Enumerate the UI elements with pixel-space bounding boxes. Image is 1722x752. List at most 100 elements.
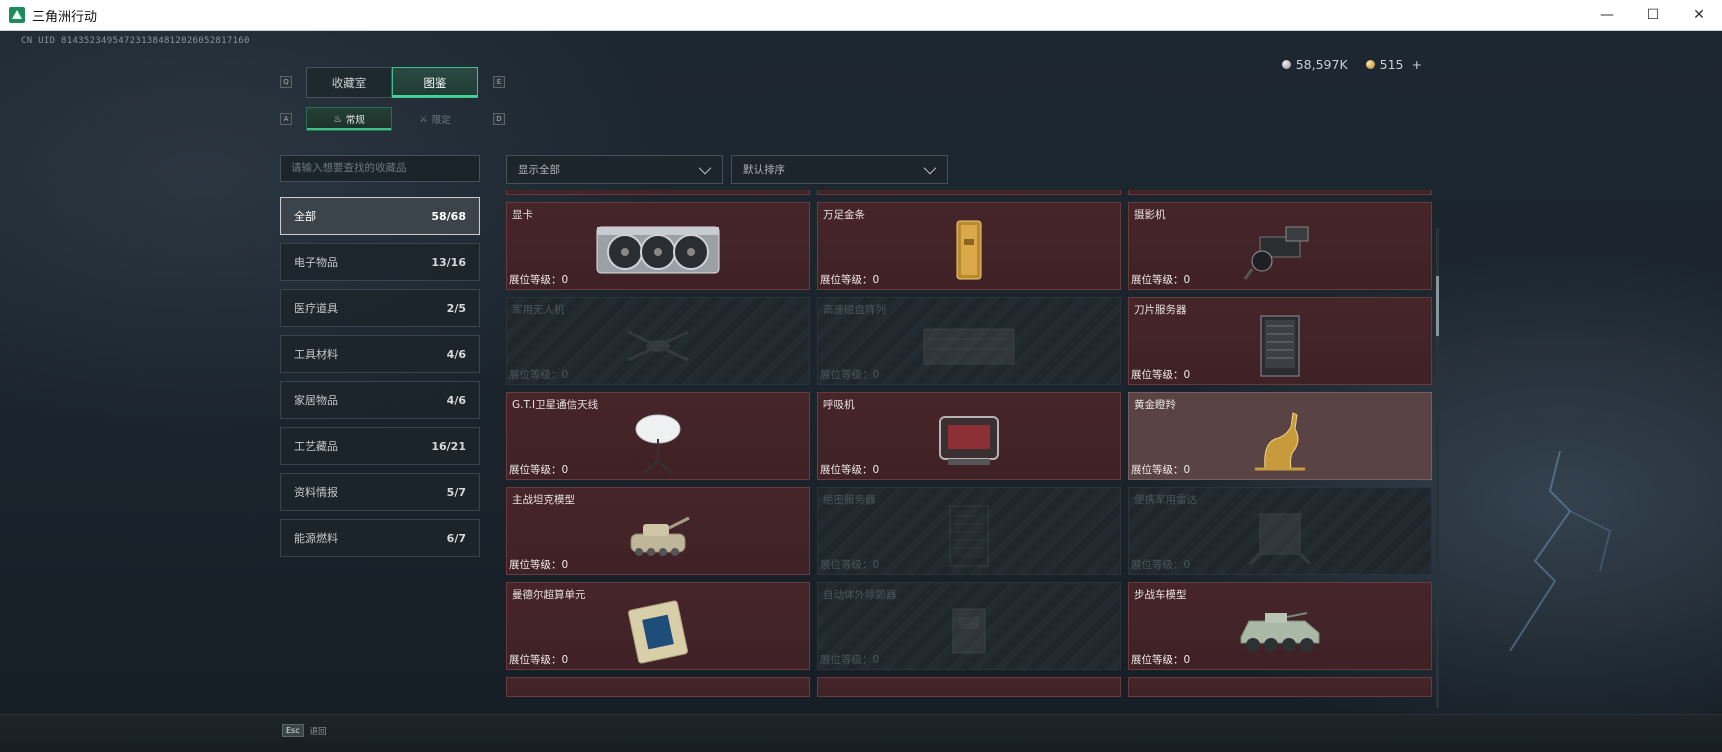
search-input[interactable]: 请输入想要查找的收藏品 (280, 155, 480, 182)
item-name: 黄金瞪羚 (1134, 399, 1176, 411)
category-count: 4/6 (446, 347, 466, 361)
defibrillator-icon (939, 599, 999, 665)
tab-limited[interactable]: ⚔ 限定 (392, 107, 478, 131)
collection-card[interactable]: 刀片服务器 展位等级：0 (1128, 297, 1432, 385)
category-label: 电子物品 (294, 256, 338, 269)
game-viewport: CN UID 814352349547231384812026052817160… (0, 31, 1722, 752)
filter-dropdown[interactable]: 显示全部 (506, 155, 723, 184)
back-label: 退回 (309, 726, 327, 737)
tab-regular-label: 常规 (345, 115, 365, 126)
category-energy[interactable]: 能源燃料 6/7 (280, 519, 480, 557)
minimize-button[interactable]: — (1584, 0, 1630, 31)
display-level: 展位等级：0 (509, 654, 569, 666)
item-name: 军用无人机 (512, 304, 565, 316)
collection-card[interactable]: 曼德尔超算单元 展位等级：0 (506, 582, 810, 670)
tab-regular[interactable]: ♨ 常规 (306, 107, 392, 131)
collection-card[interactable]: 呼吸机展位等级：0 (817, 392, 1121, 480)
background-lightning-decoration (1509, 451, 1611, 651)
category-count: 2/5 (446, 301, 466, 315)
flame-icon: ♨ (333, 113, 342, 125)
collection-card[interactable]: 摄影机 展位等级：0 (1128, 202, 1432, 290)
category-label: 全部 (294, 210, 316, 223)
category-count: 4/6 (446, 393, 466, 407)
collection-card[interactable]: 万足金条 展位等级：0 (817, 202, 1121, 290)
display-level: 展位等级：0 (820, 274, 880, 286)
category-medical[interactable]: 医疗道具 2/5 (280, 289, 480, 327)
silver-currency: 58,597K (1281, 57, 1348, 72)
category-count: 58/68 (431, 209, 466, 223)
collection-card[interactable]: 军用无人机 展位等级：0 (506, 297, 810, 385)
item-name: 曼德尔超算单元 (512, 589, 586, 601)
item-name: 自动体外除颤器 (823, 589, 897, 601)
key-hint-e: E (493, 76, 505, 88)
collection-card[interactable]: 便携军用雷达 展位等级：0 (1128, 487, 1432, 575)
category-label: 医疗道具 (294, 302, 338, 315)
collection-card[interactable]: 显卡展位等级：0 (506, 202, 810, 290)
display-level: 展位等级：0 (820, 369, 880, 381)
display-level: 展位等级：0 (820, 654, 880, 666)
window-title: 三角洲行动 (32, 9, 98, 25)
collection-card[interactable]: 黄金瞪羚 展位等级：0 (1128, 392, 1432, 480)
close-button[interactable]: ✕ (1676, 0, 1722, 31)
server-icon (944, 504, 994, 574)
display-level: 展位等级：0 (509, 464, 569, 476)
user-uid-text: CN UID 814352349547231384812026052817160 (21, 36, 250, 46)
chevron-down-icon (698, 161, 712, 175)
collection-card[interactable]: 自动体外除颤器 展位等级：0 (817, 582, 1121, 670)
item-name: 呼吸机 (823, 399, 855, 411)
tab-collection-room[interactable]: 收藏室 (306, 67, 392, 98)
add-currency-button[interactable]: + (1412, 57, 1422, 72)
satellite-dish-icon (628, 409, 688, 479)
category-all[interactable]: 全部 58/68 (280, 197, 480, 235)
key-hint-q: Q (280, 76, 292, 88)
item-name: 高速磁盘阵列 (823, 304, 886, 316)
category-household[interactable]: 家居物品 4/6 (280, 381, 480, 419)
display-level: 展位等级：0 (820, 559, 880, 571)
golden-gazelle-icon (1245, 409, 1315, 479)
maximize-button[interactable]: ☐ (1630, 0, 1676, 31)
collection-card[interactable]: G.T.I卫星通信天线 展位等级：0 (506, 392, 810, 480)
grid-card-partial (1128, 677, 1432, 697)
display-level: 展位等级：0 (509, 274, 569, 286)
collection-card[interactable]: 高速磁盘阵列 展位等级：0 (817, 297, 1121, 385)
grid-card-partial (817, 190, 1121, 195)
sort-dropdown[interactable]: 默认排序 (731, 155, 948, 184)
item-name: G.T.I卫星通信天线 (512, 399, 599, 411)
item-name: 显卡 (512, 209, 533, 221)
radar-icon (1240, 504, 1320, 570)
display-level: 展位等级：0 (509, 559, 569, 571)
display-level: 展位等级：0 (820, 464, 880, 476)
tab-catalog[interactable]: 图鉴 (392, 67, 478, 98)
grid-card-partial (817, 677, 1121, 697)
display-level: 展位等级：0 (1131, 274, 1191, 286)
item-name: 便携军用雷达 (1134, 494, 1197, 506)
category-label: 资料情报 (294, 486, 338, 499)
category-electronics[interactable]: 电子物品 13/16 (280, 243, 480, 281)
category-tools[interactable]: 工具材料 4/6 (280, 335, 480, 373)
grid-card-partial (1128, 190, 1432, 195)
ifv-icon (1235, 599, 1325, 665)
collection-card[interactable]: 主战坦克模型 展位等级：0 (506, 487, 810, 575)
category-label: 能源燃料 (294, 532, 338, 545)
drone-icon (618, 314, 698, 380)
crossed-swords-icon: ⚔ (419, 113, 428, 125)
category-count: 16/21 (431, 439, 466, 453)
tab-limited-label: 限定 (431, 115, 451, 126)
window-titlebar: 三角洲行动 — ☐ ✕ (0, 0, 1722, 31)
disk-array-icon (914, 314, 1024, 380)
grid-scrollbar-thumb[interactable] (1436, 276, 1439, 336)
silver-coin-icon (1281, 60, 1291, 69)
collection-card[interactable]: 步战车模型 展位等级：0 (1128, 582, 1432, 670)
category-count: 5/7 (446, 485, 466, 499)
category-count: 6/7 (446, 531, 466, 545)
category-label: 家居物品 (294, 394, 338, 407)
sub-tabs: ♨ 常规 ⚔ 限定 (306, 107, 478, 131)
back-button[interactable]: Esc 退回 (282, 724, 327, 737)
grid-scrollbar[interactable] (1436, 228, 1439, 708)
category-crafts[interactable]: 工艺藏品 16/21 (280, 427, 480, 465)
grid-card-partial (506, 677, 810, 697)
category-intel[interactable]: 资料情报 5/7 (280, 473, 480, 511)
collection-card[interactable]: 绝密服务器 展位等级：0 (817, 487, 1121, 575)
gold-amount: 515 (1379, 57, 1404, 72)
tank-icon (623, 504, 693, 570)
